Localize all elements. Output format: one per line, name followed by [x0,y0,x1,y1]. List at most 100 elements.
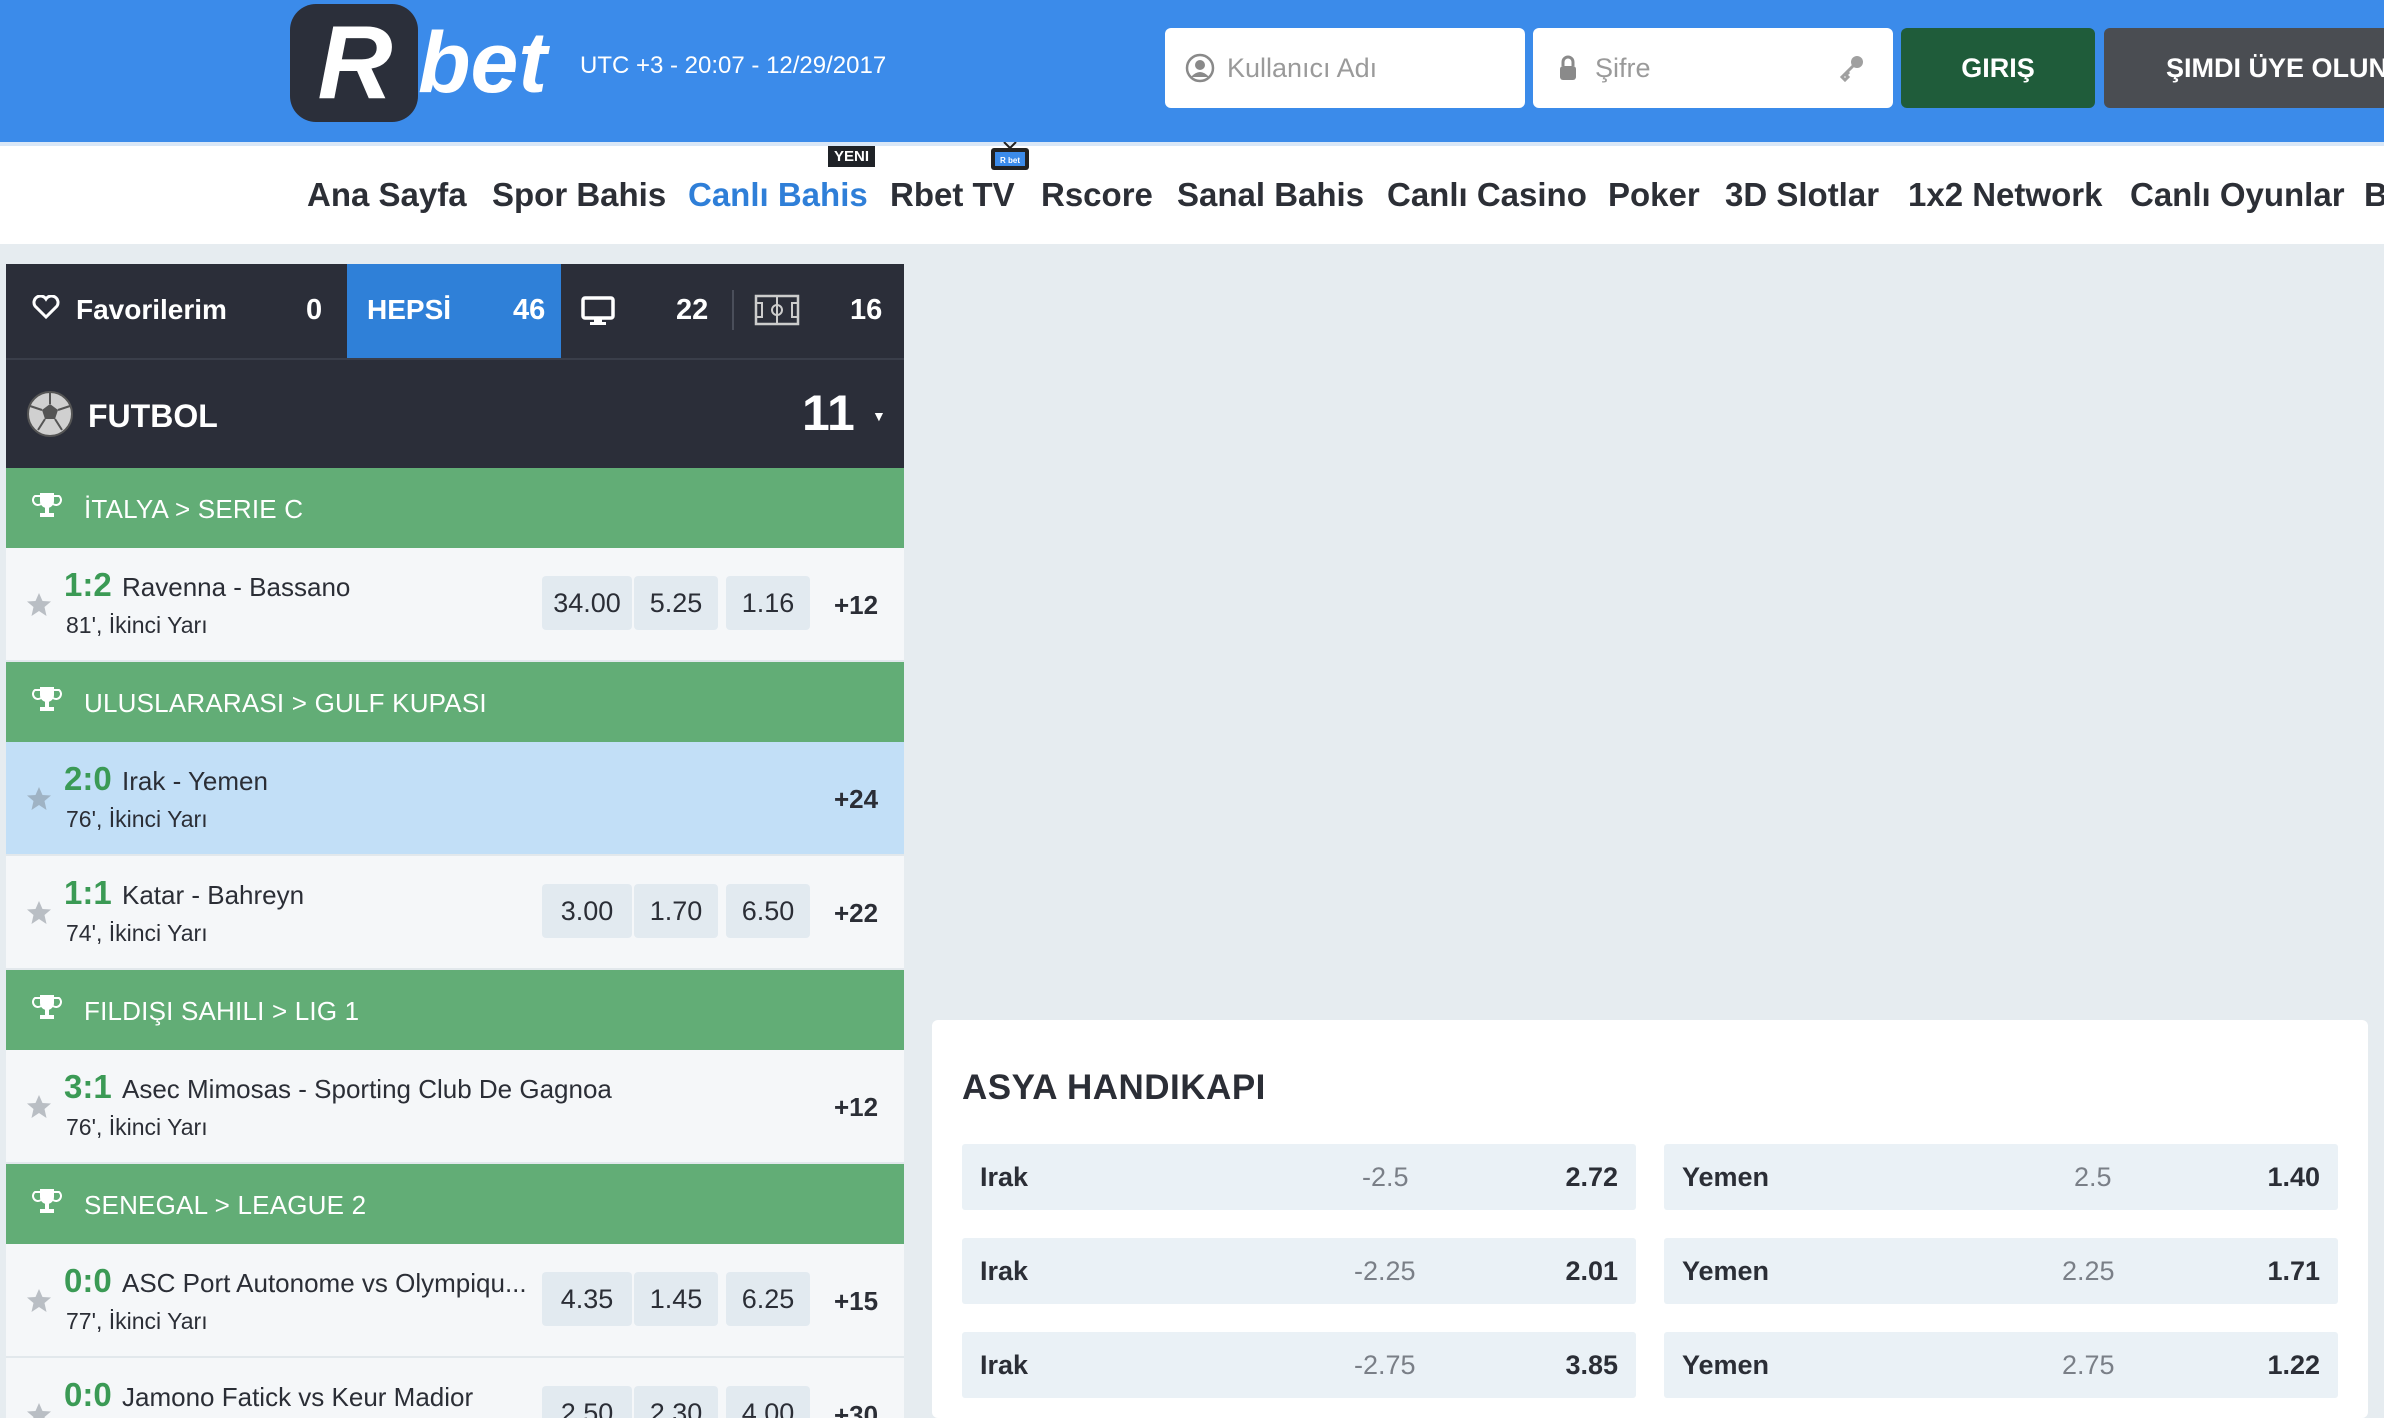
lock-icon [1553,53,1583,83]
league-name: FILDIŞI SAHILI > LIG 1 [84,996,360,1026]
trophy-icon [32,684,62,714]
match-row[interactable]: 1:2 Ravenna - Bassano 81', İkinci Yarı 3… [6,548,904,662]
odd-home[interactable]: 2.50 [542,1386,632,1418]
odd-draw[interactable]: 1.70 [634,884,718,938]
username-input[interactable] [1227,52,1467,84]
match-row[interactable]: 1:1 Katar - Bahreyn 74', İkinci Yarı 3.0… [6,856,904,970]
sport-header-football[interactable]: FUTBOL 11 ▼ [6,358,904,468]
handicap-home-cell[interactable]: Irak -2.25 2.01 [962,1238,1636,1304]
match-time: 74', İkinci Yarı [66,920,208,946]
league-header[interactable]: ULUSLARARASI > GULF KUPASI [6,662,904,742]
more-markets[interactable]: +12 [834,1092,878,1123]
handicap-away-cell[interactable]: Yemen 2.25 1.71 [1664,1238,2338,1304]
more-markets[interactable]: +30 [834,1400,878,1418]
league-header[interactable]: SENEGAL > LEAGUE 2 [6,1164,904,1244]
odd-draw[interactable]: 5.25 [634,576,718,630]
more-markets[interactable]: +15 [834,1286,878,1317]
match-row[interactable]: 2:0 Irak - Yemen 76', İkinci Yarı +24 [6,742,904,856]
nav-ana-sayfa[interactable]: Ana Sayfa [307,176,467,214]
odd-home[interactable]: 34.00 [542,576,632,630]
login-button[interactable]: GIRIŞ [1901,28,2095,108]
nav-spor-bahis[interactable]: Spor Bahis [492,176,666,214]
nav-1x2-network[interactable]: 1x2 Network [1908,176,2102,214]
handicap-price: 1.40 [2267,1162,2320,1192]
nav-canli-casino[interactable]: Canlı Casino [1387,176,1587,214]
handicap-price: 1.71 [2267,1256,2320,1286]
match-time: 81', İkinci Yarı [66,612,208,638]
new-badge: YENI [828,146,876,167]
tab-all-label: HEPSİ [367,294,452,325]
more-markets[interactable]: +12 [834,590,878,621]
match-time: 77', İkinci Yarı [66,1308,208,1334]
more-markets[interactable]: +24 [834,784,878,815]
odd-draw[interactable]: 1.45 [634,1272,718,1326]
match-score: 1:2 [64,566,112,603]
odd-away[interactable]: 6.50 [726,884,810,938]
handicap-line: 2.25 [2062,1256,2115,1286]
star-icon[interactable] [24,1400,54,1418]
odd-home[interactable]: 3.00 [542,884,632,938]
pitch-icon[interactable] [754,294,800,326]
nav-rscore[interactable]: Rscore [1041,176,1153,214]
nav-3d-slotlar[interactable]: 3D Slotlar [1725,176,1879,214]
nav-canli-oyunlar[interactable]: Canlı Oyunlar [2130,176,2345,214]
join-now-button[interactable]: ŞIMDI ÜYE OLUN [2104,28,2384,108]
nav-poker[interactable]: Poker [1608,176,1700,214]
handicap-away-cell[interactable]: Yemen 2.75 1.22 [1664,1332,2338,1398]
handicap-away-cell[interactable]: Yemen 2.5 1.40 [1664,1144,2338,1210]
monitor-icon[interactable] [580,292,616,328]
caret-down-icon[interactable]: ▼ [872,408,886,424]
tab-live-count: 22 [676,294,709,326]
tab-favorites[interactable]: Favorilerim [32,294,227,326]
password-input[interactable] [1595,52,1835,84]
handicap-team: Irak [980,1162,1029,1192]
match-score: 0:0 [64,1262,112,1299]
nav-canli-bahis[interactable]: Canlı Bahis [688,176,868,214]
filter-tabs: Favorilerim 0 HEPSİ 46 22 16 [6,264,904,358]
live-events-panel: Favorilerim 0 HEPSİ 46 22 16 FUTBOL 11 ▼… [6,264,904,1418]
handicap-line: 2.75 [2062,1350,2115,1380]
handicap-line: -2.5 [1362,1162,1409,1192]
odd-away[interactable]: 4.00 [726,1386,810,1418]
handicap-team: Irak [980,1350,1029,1380]
username-field[interactable] [1165,28,1525,108]
favorites-count: 0 [306,294,323,326]
star-icon[interactable] [24,590,54,620]
handicap-price: 2.01 [1565,1256,1618,1286]
nav-sanal-bahis[interactable]: Sanal Bahis [1177,176,1364,214]
key-icon[interactable] [1837,52,1867,89]
odd-draw[interactable]: 2.30 [634,1386,718,1418]
nav-more[interactable]: B [2364,176,2384,214]
handicap-home-cell[interactable]: Irak -2.5 2.72 [962,1144,1636,1210]
tv-icon: R bet [990,141,1030,172]
header-bar: R bet UTC +3 - 20:07 - 12/29/2017 GIRIŞ … [0,0,2384,142]
tab-all[interactable]: HEPSİ 46 [347,264,561,358]
handicap-home-cell[interactable]: Irak -2.75 3.85 [962,1332,1636,1398]
password-field[interactable] [1533,28,1893,108]
league-header[interactable]: İTALYA > SERIE C [6,468,904,548]
star-icon[interactable] [24,898,54,928]
nav-rbet-tv[interactable]: Rbet TV [890,176,1015,214]
logo-badge: R [290,4,418,122]
more-markets[interactable]: +22 [834,898,878,929]
match-row[interactable]: 0:0 ASC Port Autonome vs Olympiqu... 77'… [6,1244,904,1358]
handicap-team: Yemen [1682,1350,1770,1380]
rbet-logo[interactable]: R bet [290,4,547,122]
match-teams: Ravenna - Bassano [122,572,351,602]
star-icon[interactable] [24,784,54,814]
handicap-price: 1.22 [2267,1350,2320,1380]
league-header[interactable]: FILDIŞI SAHILI > LIG 1 [6,970,904,1050]
match-row[interactable]: 3:1 Asec Mimosas - Sporting Club De Gagn… [6,1050,904,1164]
handicap-team: Yemen [1682,1162,1770,1192]
star-icon[interactable] [24,1286,54,1316]
heart-icon [32,294,62,326]
odd-away[interactable]: 6.25 [726,1272,810,1326]
handicap-price: 2.72 [1565,1162,1618,1192]
odd-home[interactable]: 4.35 [542,1272,632,1326]
star-icon[interactable] [24,1092,54,1122]
sport-name: FUTBOL [88,398,218,434]
match-row[interactable]: 0:0 Jamono Fatick vs Keur Madior 2.50 2.… [6,1358,904,1418]
utc-clock: UTC +3 - 20:07 - 12/29/2017 [580,52,887,79]
match-teams: Katar - Bahreyn [122,880,305,910]
odd-away[interactable]: 1.16 [726,576,810,630]
